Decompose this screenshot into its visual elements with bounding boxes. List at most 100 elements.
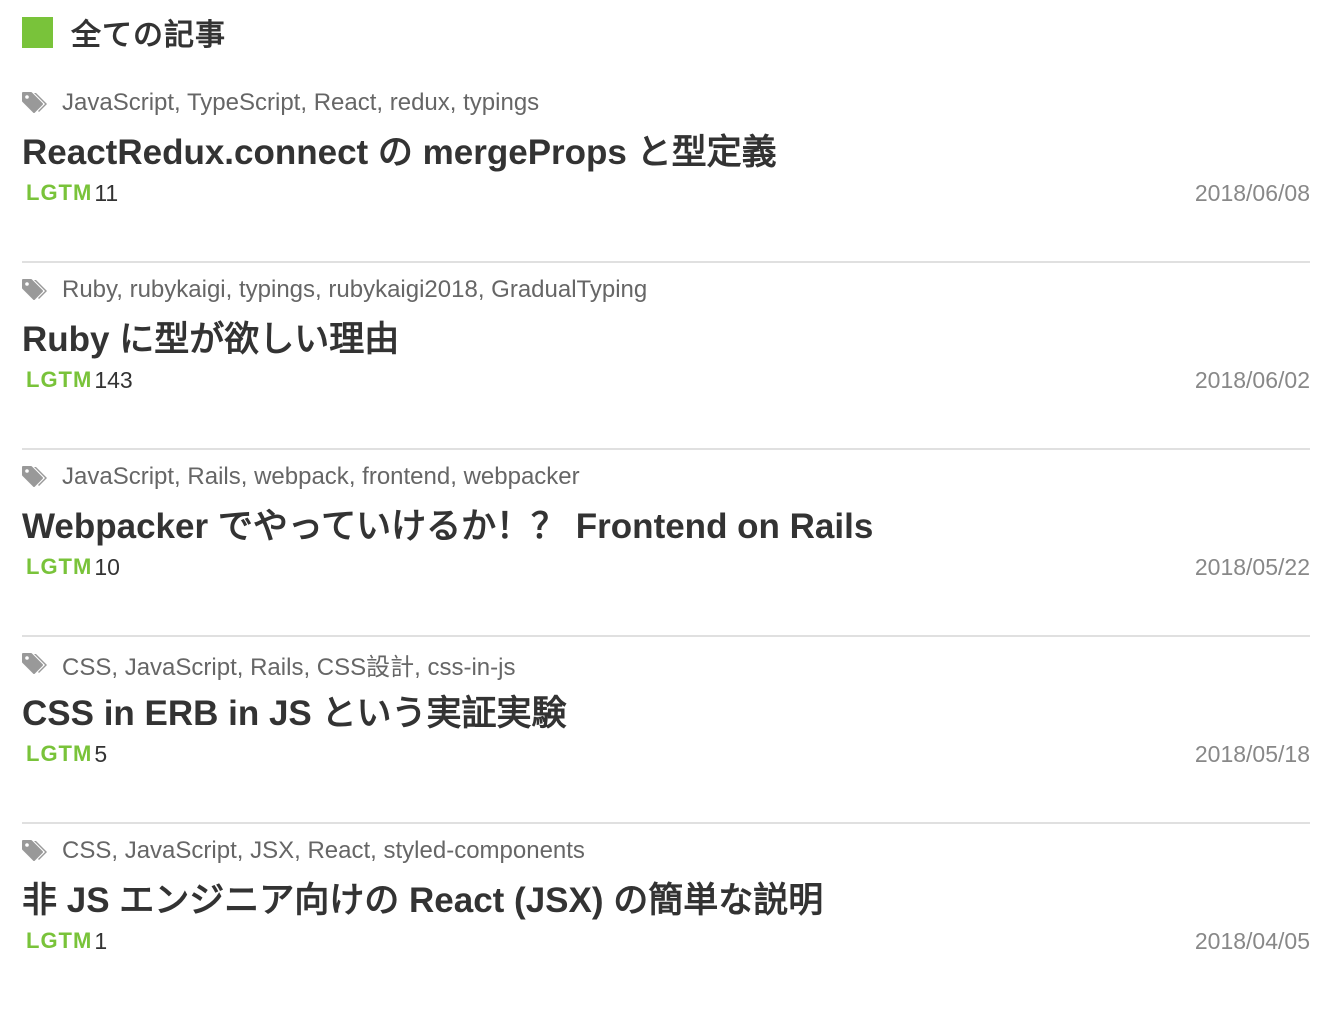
tag-separator: , — [294, 837, 308, 864]
article-tags: Ruby, rubykaigi, typings, rubykaigi2018,… — [22, 275, 647, 305]
tag-separator: , — [414, 653, 428, 681]
article-tags: CSS, JavaScript, JSX, React, styled-comp… — [22, 836, 585, 866]
tag-separator: , — [111, 837, 125, 864]
tag-separator: , — [303, 653, 317, 681]
tag-link[interactable]: webpacker — [464, 463, 580, 490]
lgtm-count: 10 — [94, 553, 120, 580]
tag-link[interactable]: CSS — [62, 837, 111, 864]
article-item-1: JavaScript, TypeScript, React, redux, ty… — [22, 78, 1310, 263]
article-meta: LGTM 11 2018/06/08 — [22, 178, 1310, 208]
tag-list: CSS, JavaScript, JSX, React, styled-comp… — [62, 837, 585, 865]
tag-separator: , — [116, 276, 130, 303]
article-date: 2018/06/08 — [1194, 179, 1310, 206]
tag-separator: , — [376, 89, 390, 116]
article-date: 2018/05/18 — [1194, 740, 1310, 767]
tag-link[interactable]: Rails — [250, 654, 303, 681]
article-item-2: Ruby, rubykaigi, typings, rubykaigi2018,… — [22, 265, 1310, 450]
tags-icon — [22, 465, 52, 489]
tags-icon — [22, 839, 52, 863]
tag-link[interactable]: typings — [239, 276, 315, 303]
tag-link[interactable]: css-in-js — [427, 654, 515, 681]
tag-separator: , — [174, 89, 187, 116]
tags-icon — [22, 278, 52, 302]
article-meta: LGTM 1 2018/04/05 — [22, 926, 1310, 956]
tag-separator: , — [477, 276, 492, 303]
article-date: 2018/05/22 — [1194, 553, 1310, 580]
tag-list: CSS, JavaScript, Rails, CSS設計, css-in-js — [62, 647, 515, 682]
article-list: JavaScript, TypeScript, React, redux, ty… — [22, 78, 1310, 1013]
article-meta: LGTM 143 2018/06/02 — [22, 365, 1310, 395]
tag-link[interactable]: redux — [390, 89, 450, 116]
article-meta: LGTM 5 2018/05/18 — [22, 739, 1310, 769]
lgtm-label: LGTM — [26, 741, 93, 766]
lgtm-count: 5 — [94, 740, 108, 767]
tag-separator: , — [449, 89, 464, 116]
article-item-5: CSS, JavaScript, JSX, React, styled-comp… — [22, 826, 1310, 1011]
tags-icon — [22, 91, 52, 115]
lgtm-label: LGTM — [26, 367, 93, 392]
section-header: 全ての記事 — [22, 14, 226, 52]
tag-list: Ruby, rubykaigi, typings, rubykaigi2018,… — [62, 276, 647, 304]
tag-link[interactable]: rubykaigi — [130, 276, 226, 303]
tag-separator: , — [111, 653, 125, 681]
article-title-link[interactable]: Ruby に型が欲しい理由 — [22, 311, 399, 362]
tag-separator: , — [225, 276, 239, 303]
lgtm-block: LGTM 1 — [22, 928, 107, 955]
lgtm-count: 11 — [94, 179, 119, 206]
tag-link[interactable]: React — [307, 837, 370, 864]
lgtm-block: LGTM 143 — [22, 367, 133, 394]
article-date: 2018/04/05 — [1194, 927, 1310, 954]
tag-list: JavaScript, TypeScript, React, redux, ty… — [62, 89, 539, 117]
lgtm-count: 143 — [94, 366, 133, 393]
tag-link[interactable]: Rails — [187, 463, 240, 490]
article-tags: CSS, JavaScript, Rails, CSS設計, css-in-js — [22, 647, 515, 682]
tag-link[interactable]: JavaScript — [125, 654, 237, 681]
lgtm-label: LGTM — [26, 554, 93, 579]
lgtm-block: LGTM 5 — [22, 741, 107, 768]
tag-link[interactable]: CSS — [62, 654, 111, 681]
lgtm-label: LGTM — [26, 928, 93, 953]
article-item-4: CSS, JavaScript, Rails, CSS設計, css-in-js… — [22, 639, 1310, 824]
tag-link[interactable]: TypeScript — [187, 89, 300, 116]
section-title: 全ての記事 — [71, 19, 226, 52]
article-list-page: 全ての記事 JavaScript, TypeScript, React, red… — [0, 0, 1338, 988]
tag-link[interactable]: GradualTyping — [491, 276, 647, 303]
tag-separator: , — [315, 276, 329, 303]
article-item-3: JavaScript, Rails, webpack, frontend, we… — [22, 452, 1310, 637]
tag-link[interactable]: JSX — [250, 837, 294, 864]
article-meta: LGTM 10 2018/05/22 — [22, 552, 1310, 582]
tag-separator: , — [236, 653, 251, 681]
tag-link[interactable]: rubykaigi2018 — [328, 276, 477, 303]
lgtm-count: 1 — [94, 927, 108, 954]
article-title-link[interactable]: Webpacker でやっていけるか！？ Frontend on Rails — [22, 498, 873, 549]
tag-link[interactable]: JavaScript — [125, 837, 237, 864]
tag-separator: , — [174, 463, 188, 490]
tag-list: JavaScript, Rails, webpack, frontend, we… — [62, 463, 580, 491]
tag-link[interactable]: typings — [463, 89, 539, 116]
tag-link[interactable]: CSS設計 — [317, 654, 414, 681]
tag-link[interactable]: frontend — [362, 463, 450, 490]
tag-link[interactable]: JavaScript — [62, 89, 174, 116]
tag-link[interactable]: JavaScript — [62, 463, 174, 490]
article-date: 2018/06/02 — [1194, 366, 1310, 393]
lgtm-label: LGTM — [26, 180, 93, 205]
tag-separator: , — [370, 837, 384, 864]
tags-icon — [22, 652, 52, 676]
tag-separator: , — [300, 89, 314, 116]
tag-link[interactable]: webpack — [254, 463, 349, 490]
article-title-link[interactable]: ReactRedux.connect の mergeProps と型定義 — [22, 124, 777, 175]
tag-link[interactable]: Ruby — [62, 276, 116, 303]
article-title-link[interactable]: 非 JS エンジニア向けの React (JSX) の簡単な説明 — [22, 872, 823, 923]
tag-separator: , — [236, 837, 251, 864]
article-title-link[interactable]: CSS in ERB in JS という実証実験 — [22, 685, 567, 736]
tag-link[interactable]: React — [314, 89, 377, 116]
lgtm-block: LGTM 11 — [22, 180, 118, 207]
section-marker — [22, 16, 53, 48]
tag-separator: , — [348, 463, 363, 490]
lgtm-block: LGTM 10 — [22, 554, 120, 581]
tag-link[interactable]: styled-components — [384, 837, 585, 864]
article-tags: JavaScript, Rails, webpack, frontend, we… — [22, 462, 580, 492]
tag-separator: , — [240, 463, 255, 490]
article-tags: JavaScript, TypeScript, React, redux, ty… — [22, 88, 539, 118]
tag-separator: , — [450, 463, 464, 490]
